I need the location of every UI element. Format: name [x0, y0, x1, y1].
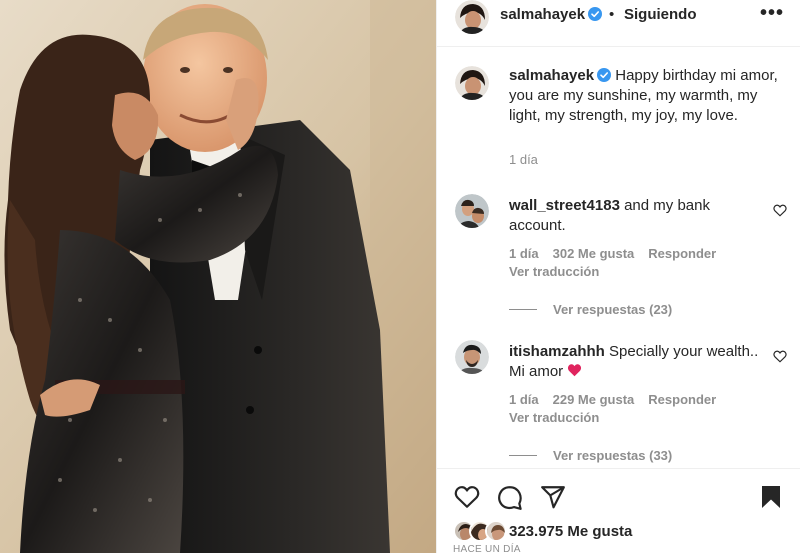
verified-badge-icon — [597, 68, 612, 82]
instagram-post: salmahayek • Siguiendo ••• salmahayek Ha… — [0, 0, 800, 555]
comment-like-heart-icon[interactable] — [773, 350, 787, 363]
see-translation-link[interactable]: Ver traducción — [509, 410, 599, 425]
separator-dot: • — [609, 6, 615, 23]
comment-username[interactable]: itishamzahhh — [509, 343, 605, 360]
comment-time[interactable]: 1 día — [509, 392, 539, 407]
post-photo[interactable] — [0, 0, 436, 553]
caption-avatar[interactable] — [455, 66, 489, 100]
bookmark-icon[interactable] — [760, 485, 782, 509]
avatar-image — [455, 0, 489, 34]
post-actions-bar: 323.975 Me gusta HACE UN DÍA — [437, 468, 800, 555]
comment-meta: 1 día 229 Me gusta Responder — [509, 392, 730, 407]
reply-button[interactable]: Responder — [648, 246, 716, 261]
more-options-icon[interactable]: ••• — [760, 2, 784, 25]
caption-username[interactable]: salmahayek — [509, 67, 594, 84]
view-replies-label[interactable]: Ver respuestas (33) — [553, 448, 672, 463]
verified-badge-icon — [588, 7, 603, 21]
author-avatar[interactable] — [455, 0, 489, 34]
post-time-ago[interactable]: HACE UN DÍA — [453, 544, 521, 555]
replies-divider — [509, 309, 537, 310]
comment-text-block: wall_street4183 and my bank account. — [509, 196, 769, 236]
avatar-image — [455, 66, 489, 100]
view-replies-button[interactable]: Ver respuestas (23) — [509, 302, 672, 317]
header-username-text[interactable]: salmahayek — [500, 6, 585, 23]
comment-likes[interactable]: 302 Me gusta — [553, 246, 635, 261]
comment-meta: 1 día 302 Me gusta Responder — [509, 246, 730, 261]
view-replies-button[interactable]: Ver respuestas (33) — [509, 448, 672, 463]
heart-icon[interactable] — [454, 485, 480, 509]
see-translation-link[interactable]: Ver traducción — [509, 264, 599, 279]
post-header: salmahayek • Siguiendo ••• — [437, 0, 800, 47]
commenter-avatar[interactable] — [455, 194, 489, 228]
replies-divider — [509, 455, 537, 456]
red-heart-emoji-icon — [568, 364, 582, 377]
caption-time[interactable]: 1 día — [509, 152, 538, 167]
caption-text-block: salmahayek Happy birthday mi amor, you a… — [509, 66, 779, 126]
view-replies-label[interactable]: Ver respuestas (23) — [553, 302, 672, 317]
header-username[interactable]: salmahayek — [500, 6, 603, 23]
reply-button[interactable]: Responder — [648, 392, 716, 407]
comment-time[interactable]: 1 día — [509, 246, 539, 261]
comment-like-heart-icon[interactable] — [773, 204, 787, 217]
comment-icon[interactable] — [497, 485, 523, 511]
post-side-panel: salmahayek • Siguiendo ••• salmahayek Ha… — [436, 0, 800, 555]
share-icon[interactable] — [540, 485, 566, 509]
comment-username[interactable]: wall_street4183 — [509, 197, 620, 214]
liker-avatar — [485, 520, 507, 542]
following-button[interactable]: Siguiendo — [624, 6, 697, 23]
likes-count[interactable]: 323.975 Me gusta — [509, 523, 632, 540]
avatar-image — [487, 522, 505, 540]
avatar-image — [455, 194, 489, 228]
comment-text-block: itishamzahhh Specially your wealth.. Mi … — [509, 342, 769, 382]
avatar-image — [455, 340, 489, 374]
comment-likes[interactable]: 229 Me gusta — [553, 392, 635, 407]
couple-photo-illustration — [0, 0, 436, 553]
commenter-avatar[interactable] — [455, 340, 489, 374]
